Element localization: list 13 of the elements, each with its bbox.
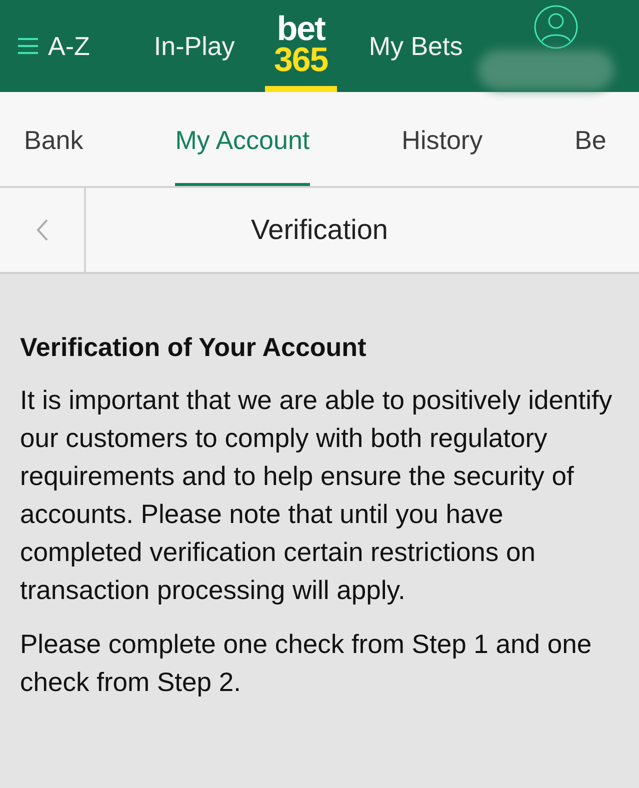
menu-link[interactable]: A-Z [18,30,90,62]
menu-icon [18,37,38,55]
nav-link[interactable]: My Bets [368,30,463,62]
tab[interactable]: Bank [24,92,84,186]
section-heading: Verification of Your Account [20,332,368,363]
back-icon [35,218,49,242]
nav-link[interactable]: In-Play [154,30,235,62]
user-icon[interactable] [534,5,578,49]
tab[interactable]: Be [574,92,606,186]
paragraph: Please complete one check from Step 1 and one check from Step 2. [20,628,593,699]
page-title: Verification [250,213,389,247]
paragraph: It is important that we are able to positively identify our customers to comply with both regulatory requirements and to help ensure the security of accounts. Please note that until you have completed verification certain restrictions on transaction processing will apply. [20,384,614,607]
tab[interactable]: History [402,92,483,186]
